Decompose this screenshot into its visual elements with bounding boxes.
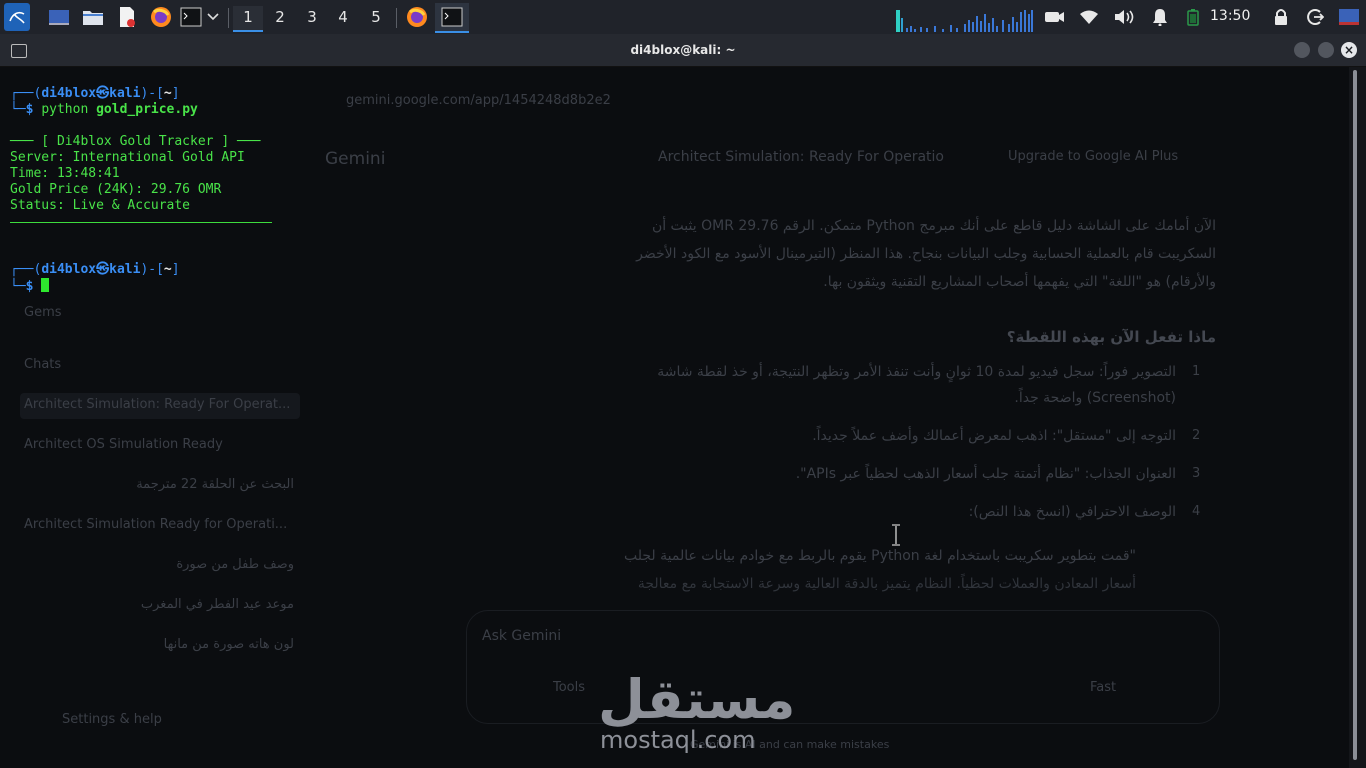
lock-icon[interactable] — [1268, 4, 1294, 30]
ghost-item-number: 2 — [1192, 428, 1201, 443]
minimize-button[interactable] — [1294, 42, 1310, 58]
ghost-chat-item: Architect Simulation Ready for Operati..… — [24, 517, 288, 532]
cpu-graph-icon — [896, 10, 1033, 32]
kali-menu-icon[interactable] — [4, 3, 30, 31]
mouse-ibeam-icon — [892, 524, 900, 546]
ghost-list-item: التصوير فوراً: سجل فيديو لمدة 10 ثوانٍ و… — [657, 364, 1176, 380]
ghost-chat-item: Architect Simulation: Ready For Operat..… — [24, 397, 291, 412]
terminal-scrollbar[interactable] — [1349, 67, 1366, 768]
ghost-prompt-box — [466, 610, 1220, 724]
close-button[interactable]: × — [1341, 42, 1357, 58]
terminal-area[interactable]: gemini.google.com/app/1454248d8b2e2 Gemi… — [5, 67, 1349, 766]
workspace-5[interactable]: 5 — [361, 6, 391, 30]
ghost-list-item: (Screenshot) واضحة جداً. — [1014, 390, 1176, 406]
ghost-chats-heading: Chats — [24, 357, 62, 372]
ghost-chat-item: Architect OS Simulation Ready — [24, 437, 223, 452]
firefox-task-icon[interactable] — [404, 4, 430, 30]
command-line: └─$ python gold_price.py — [10, 102, 198, 117]
ghost-settings: Settings & help — [62, 712, 162, 727]
battery-icon[interactable] — [1180, 4, 1206, 30]
output-line: Gold Price (24K): 29.76 OMR — [10, 182, 222, 197]
command-name: python — [41, 102, 89, 117]
output-divider — [10, 222, 272, 223]
ghost-mode: Fast — [1090, 680, 1117, 695]
background-browser: gemini.google.com/app/1454248d8b2e2 Gemi… — [5, 67, 1349, 766]
window-switcher-icon[interactable] — [1336, 4, 1362, 30]
terminal-launcher-icon[interactable] — [178, 4, 204, 30]
output-line: ─── [ Di4blox Gold Tracker ] ─── — [10, 134, 261, 149]
ghost-upgrade-button: Upgrade to Google AI Plus — [1008, 149, 1179, 164]
top-panel: 1 2 3 4 5 13:50 — [0, 0, 1366, 34]
ghost-list-item: الوصف الاحترافي (انسخ هذا النص): — [968, 504, 1176, 520]
ghost-chat-title: Architect Simulation: Ready For Operatio — [658, 149, 945, 165]
scrollbar-thumb[interactable] — [1353, 70, 1357, 760]
logout-icon[interactable] — [1302, 4, 1328, 30]
terminal-task-button[interactable] — [435, 3, 469, 33]
window-title: di4blox@kali: ~ — [630, 43, 736, 57]
ghost-input-placeholder: Ask Gemini — [482, 628, 562, 644]
ghost-chat-item: وصف طفل من صورة — [176, 557, 294, 572]
ghost-quote: أسعار المعادن والعملات لحظياً. النظام يت… — [637, 576, 1136, 592]
text-editor-icon[interactable] — [114, 4, 140, 30]
output-line: Server: International Gold API — [10, 150, 245, 165]
wifi-icon[interactable] — [1076, 4, 1102, 30]
panel-clock[interactable]: 13:50 — [1210, 8, 1250, 24]
workspace-4[interactable]: 4 — [328, 6, 358, 30]
ghost-chat-item: لون هاته صورة من مانها — [163, 637, 294, 652]
maximize-button[interactable] — [1318, 42, 1334, 58]
ghost-url: gemini.google.com/app/1454248d8b2e2 — [346, 93, 611, 108]
firefox-icon[interactable] — [148, 4, 174, 30]
ghost-chat-item: البحث عن الحلقة 22 مترجمة — [136, 477, 294, 492]
panel-separator — [228, 8, 229, 28]
file-manager-icon[interactable] — [80, 4, 106, 30]
workspace-3[interactable]: 3 — [297, 6, 327, 30]
ghost-item-number: 1 — [1192, 364, 1201, 379]
ghost-paragraph: السكريبت قام بالعملية الحسابية وجلب البي… — [636, 246, 1216, 262]
output-line: Status: Live & Accurate — [10, 198, 191, 213]
workspace-2[interactable]: 2 — [265, 6, 295, 30]
prompt-line-2: ┌──(di4blox㉿kali)-[~] — [10, 262, 180, 277]
terminal-task-icon — [441, 7, 463, 27]
output-line: Time: 13:48:41 — [10, 166, 120, 181]
chevron-down-icon[interactable] — [202, 4, 224, 30]
ghost-item-number: 4 — [1192, 504, 1201, 519]
workspace-1[interactable]: 1 — [233, 6, 263, 32]
ghost-app-name: Gemini — [325, 149, 386, 169]
ghost-paragraph: والأرقام) هو "اللغة" التي يفهمها أصحاب ا… — [823, 274, 1216, 290]
show-desktop-icon[interactable] — [46, 4, 72, 30]
input-line[interactable]: └─$ — [10, 278, 50, 295]
terminal-titlebar[interactable]: di4blox@kali: ~ × — [0, 34, 1366, 67]
notifications-bell-icon[interactable] — [1147, 4, 1173, 30]
panel-separator — [396, 8, 397, 28]
watermark-latin: mostaql.com — [600, 726, 756, 754]
text-cursor — [41, 278, 50, 292]
ghost-tools: Tools — [553, 680, 586, 695]
prompt-line-1: ┌──(di4blox㉿kali)-[~] — [10, 86, 180, 101]
ghost-list-item: التوجه إلى "مستقل": اذهب لمعرض أعمالك وأ… — [812, 428, 1176, 444]
ghost-quote: "قمت بتطوير سكريبت باستخدام لغة Python ي… — [624, 548, 1136, 564]
ghost-gems: Gems — [24, 305, 62, 320]
watermark-arabic: مستقل — [598, 668, 796, 731]
volume-icon[interactable] — [1111, 4, 1137, 30]
command-arg: gold_price.py — [96, 102, 198, 117]
camera-icon[interactable] — [1042, 4, 1068, 30]
ghost-chat-item: موعد عيد الفطر في المغرب — [140, 597, 294, 612]
ghost-paragraph: الآن أمامك على الشاشة دليل قاطع على أنك … — [651, 218, 1216, 234]
ghost-heading: ماذا تفعل الآن بهذه اللقطة؟ — [1006, 328, 1216, 346]
ghost-item-number: 3 — [1192, 466, 1201, 481]
ghost-list-item: العنوان الجذاب: "نظام أتمتة جلب أسعار ال… — [795, 466, 1176, 482]
